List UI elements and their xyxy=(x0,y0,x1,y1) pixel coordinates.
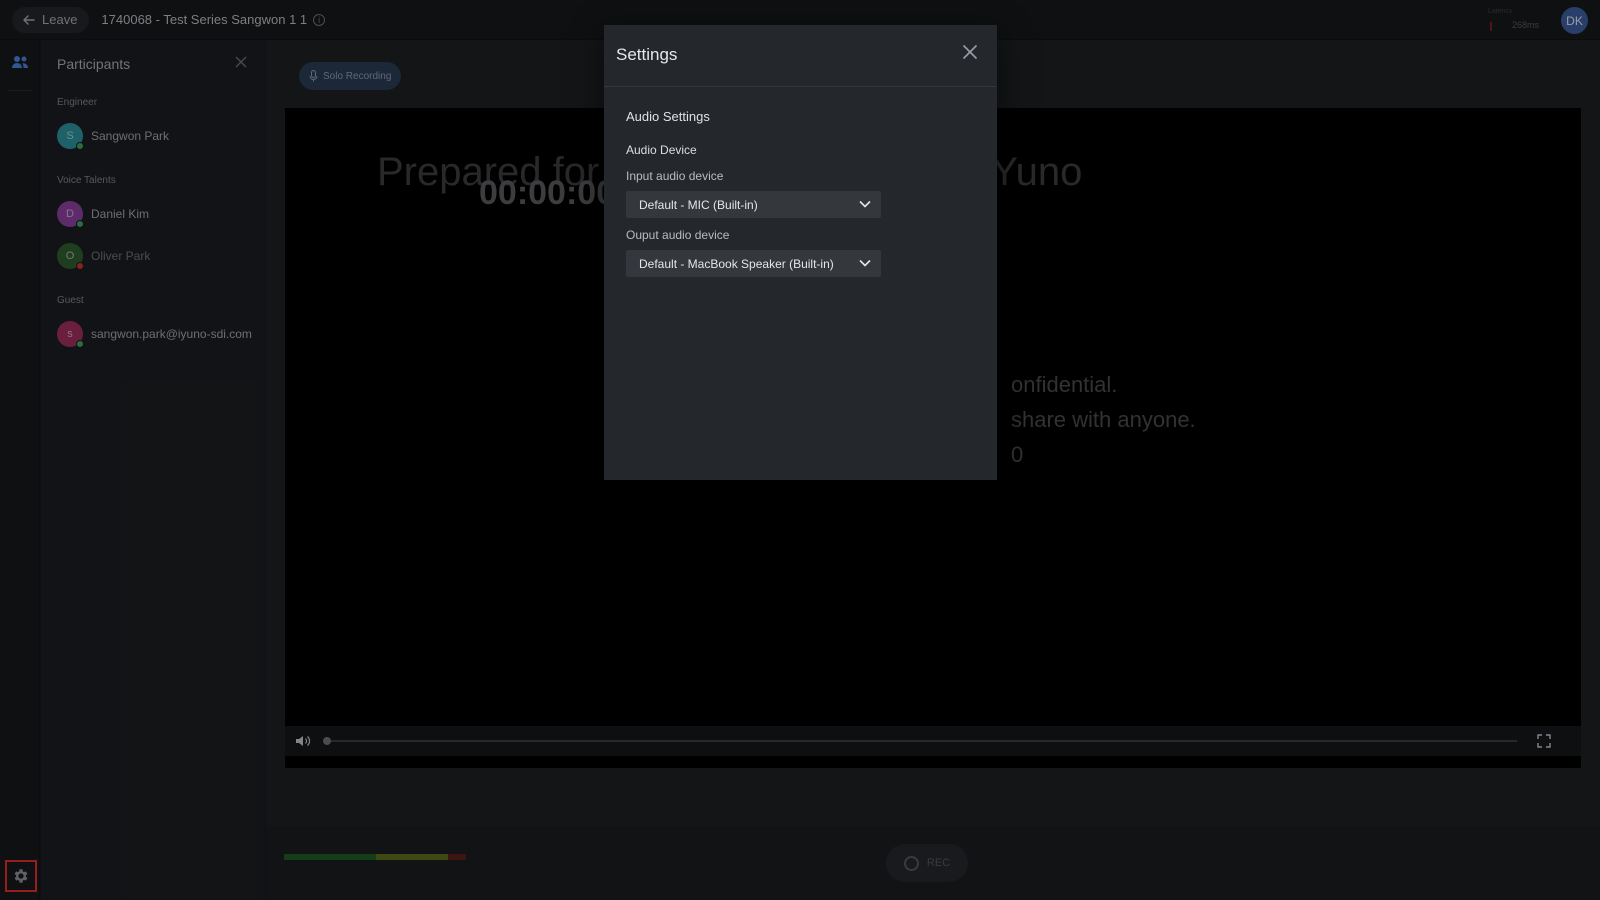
chevron-down-icon xyxy=(859,259,871,267)
input-device-value: Default - MIC (Built-in) xyxy=(639,197,758,212)
input-device-select[interactable]: Default - MIC (Built-in) xyxy=(626,191,881,218)
output-device-label: Ouput audio device xyxy=(626,228,730,242)
settings-modal: Settings Audio Settings Audio Device Inp… xyxy=(604,25,997,480)
audio-device-title: Audio Device xyxy=(626,143,697,157)
output-device-value: Default - MacBook Speaker (Built-in) xyxy=(639,256,834,271)
audio-settings-title: Audio Settings xyxy=(626,109,710,124)
modal-header: Settings xyxy=(604,25,997,87)
chevron-down-icon xyxy=(859,200,871,208)
input-device-label: Input audio device xyxy=(626,169,724,183)
close-icon[interactable] xyxy=(962,44,978,60)
output-device-select[interactable]: Default - MacBook Speaker (Built-in) xyxy=(626,250,881,277)
modal-title: Settings xyxy=(616,45,678,64)
